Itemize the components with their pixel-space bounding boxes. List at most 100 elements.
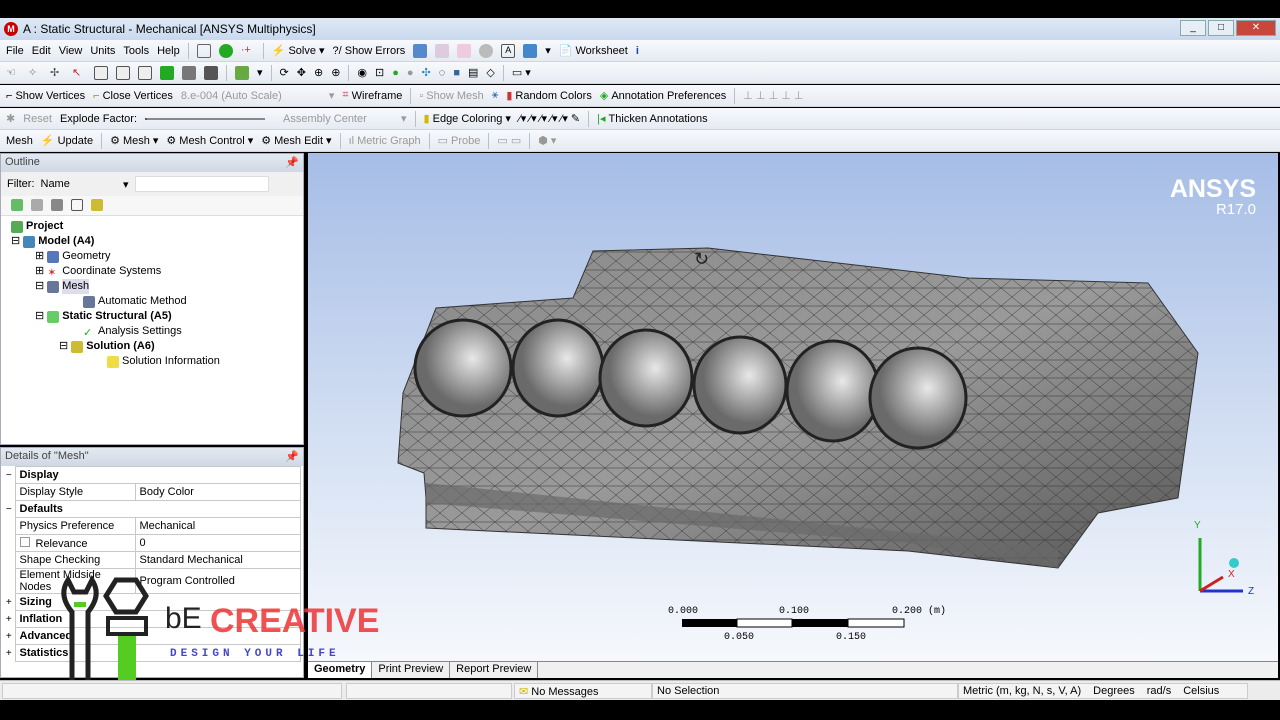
edge-select-icon[interactable] (116, 65, 130, 80)
expand-toggle-icon[interactable]: + (3, 628, 15, 645)
iso-icon[interactable]: ✣ (422, 66, 431, 79)
image-icon[interactable] (523, 43, 538, 58)
mesh-edit-dropdown[interactable]: ⚙ Mesh Edit ▾ (261, 134, 331, 148)
pin-icon[interactable]: 📌 (285, 156, 299, 169)
expand-toggle-icon[interactable]: + (3, 611, 15, 628)
property-value[interactable]: Mechanical (134, 517, 301, 535)
tree-item-automatic-method[interactable]: Automatic Method (1, 294, 303, 309)
plus-icon[interactable] (71, 199, 83, 211)
edge-coloring-button[interactable]: ▮ Edge Coloring ▾ (424, 112, 511, 126)
menu-edit[interactable]: Edit (32, 45, 51, 57)
explode-slider[interactable] (145, 117, 266, 120)
details-group[interactable]: − Display (3, 466, 301, 484)
filter-dropdown[interactable]: Name ▾ (41, 178, 129, 191)
show-errors-button[interactable]: ?/ Show Errors (333, 45, 406, 57)
rotate-icon[interactable]: ⟳ (280, 66, 289, 79)
pick-icon[interactable]: ✧ (28, 66, 42, 80)
scale-dropdown[interactable]: 8.e-004 (Auto Scale) (181, 90, 321, 102)
tree-item-project[interactable]: Project (1, 219, 303, 234)
property-value[interactable]: 0 (134, 534, 301, 552)
tree-item-static-structural[interactable]: ⊟ Static Structural (A5) (1, 309, 303, 324)
tab-report-preview[interactable]: Report Preview (450, 662, 539, 678)
expand-toggle-icon[interactable]: − (3, 501, 15, 518)
tree-item-model[interactable]: ⊟ Model (A4) (1, 234, 303, 249)
zoom-in-icon[interactable]: ● (392, 67, 399, 79)
minimize-button[interactable]: _ (1180, 20, 1206, 36)
face-select-icon[interactable] (138, 65, 152, 80)
graph-icon[interactable] (457, 43, 472, 58)
print-icon[interactable]: ▤ (468, 66, 478, 79)
zoom-box-icon[interactable]: ⊕ (331, 66, 340, 79)
annotation-preferences-button[interactable]: ◈ Annotation Preferences (600, 89, 726, 103)
menu-tools[interactable]: Tools (123, 45, 149, 57)
show-mesh-button[interactable]: ▫ Show Mesh (419, 90, 483, 102)
collapse-icon[interactable] (31, 199, 43, 211)
reset-button[interactable]: Reset (23, 113, 52, 125)
edge-display-icons[interactable]: ⁄▾ ⁄▾ ⁄▾ ⁄▾ ⁄▾ ✎ (519, 112, 580, 125)
zoom-fit-icon[interactable]: ◉ (357, 66, 367, 79)
xyz-icon[interactable]: ✢ (50, 66, 64, 80)
menu-units[interactable]: Units (90, 45, 115, 57)
filter-search-input[interactable] (134, 176, 269, 192)
check-icon[interactable] (218, 43, 233, 58)
pointer-icon[interactable]: ↖ (72, 66, 86, 80)
relevance-checkbox[interactable] (19, 536, 30, 547)
metric-graph-button[interactable]: ıl Metric Graph (349, 135, 421, 147)
update-button[interactable]: ⚡ Update (41, 134, 93, 148)
details-row[interactable]: Display Style Body Color (3, 483, 301, 501)
property-value[interactable]: Body Color (134, 483, 301, 501)
tree-item-mesh[interactable]: ⊟ Mesh (1, 279, 303, 294)
hexagon-icon[interactable]: ⬢ ▾ (538, 134, 556, 147)
triad-icon[interactable]: ⚹ (492, 89, 499, 102)
menu-file[interactable]: File (6, 45, 24, 57)
view-icon[interactable]: ■ (453, 67, 460, 79)
thicken-annotations-button[interactable]: |◂ Thicken Annotations (597, 112, 707, 126)
engine-block-model[interactable]: ↻ (308, 153, 1278, 661)
folder-icon[interactable] (91, 199, 103, 211)
tree-item-solution-information[interactable]: Solution Information (1, 354, 303, 369)
tree-item-analysis-settings[interactable]: ✓ Analysis Settings (1, 324, 303, 339)
tree-item-geometry[interactable]: ⊞ Geometry (1, 249, 303, 264)
show-vertices-button[interactable]: ⌐ Show Vertices (6, 90, 85, 102)
random-colors-button[interactable]: ▮ Random Colors (506, 89, 591, 103)
details-row[interactable]: Shape Checking Standard Mechanical (3, 551, 301, 569)
tree-icon[interactable]: ·+ (241, 44, 255, 58)
magnifier-icon[interactable]: ◌ (439, 67, 446, 79)
messages-status[interactable]: ✉ No Messages (514, 683, 652, 699)
select-icon[interactable]: ☜ (6, 66, 20, 80)
probe-icon[interactable] (479, 43, 494, 58)
label-icon[interactable] (435, 43, 450, 58)
menu-help[interactable]: Help (157, 45, 180, 57)
mesh-control-dropdown[interactable]: ⚙ Mesh Control ▾ (166, 134, 253, 148)
maximize-button[interactable]: □ (1208, 20, 1234, 36)
dimension-icons[interactable]: ⊥ ⊥ ⊥ ⊥ ⊥ (743, 89, 803, 102)
node-select-icon[interactable] (182, 65, 196, 80)
tag-icon[interactable]: ◇ (486, 66, 494, 79)
wireframe-button[interactable]: ⌗ Wireframe (342, 89, 402, 102)
expand-toggle-icon[interactable]: + (3, 594, 15, 611)
graphics-viewport[interactable]: ANSYS R17.0 ↻ 0.000 0.100 0.200 (m) 0.05… (308, 153, 1278, 661)
element-select-icon[interactable] (204, 65, 218, 80)
vertex-select-icon[interactable] (94, 65, 108, 80)
details-group[interactable]: − Defaults (3, 500, 301, 518)
text-icon[interactable]: A (501, 43, 516, 58)
refresh-icon[interactable] (11, 199, 23, 211)
details-row[interactable]: Relevance 0 (3, 534, 301, 552)
close-button[interactable]: ✕ (1236, 20, 1276, 36)
pan-icon[interactable]: ✥ (297, 66, 306, 79)
expand-tree-icon[interactable] (51, 199, 63, 211)
extend-icon[interactable] (235, 65, 249, 80)
explode-icon[interactable]: ✱ (6, 112, 15, 125)
info-icon[interactable]: i (636, 45, 639, 57)
mesh-dropdown[interactable]: ⚙ Mesh ▾ (110, 134, 158, 148)
max-min-icons[interactable]: ▭ ▭ (497, 134, 521, 147)
body-select-icon[interactable] (160, 65, 174, 80)
close-vertices-button[interactable]: ⌐ Close Vertices (93, 90, 173, 102)
command-icon[interactable] (196, 43, 211, 58)
zoom-out-icon[interactable]: ● (407, 67, 414, 79)
tree-item-solution[interactable]: ⊟ Solution (A6) (1, 339, 303, 354)
solve-button[interactable]: ⚡ Solve ▾ (272, 44, 325, 58)
pin-icon[interactable]: 📌 (285, 450, 299, 463)
details-row[interactable]: Physics Preference Mechanical (3, 517, 301, 535)
worksheet-button[interactable]: 📄 Worksheet (559, 44, 628, 58)
